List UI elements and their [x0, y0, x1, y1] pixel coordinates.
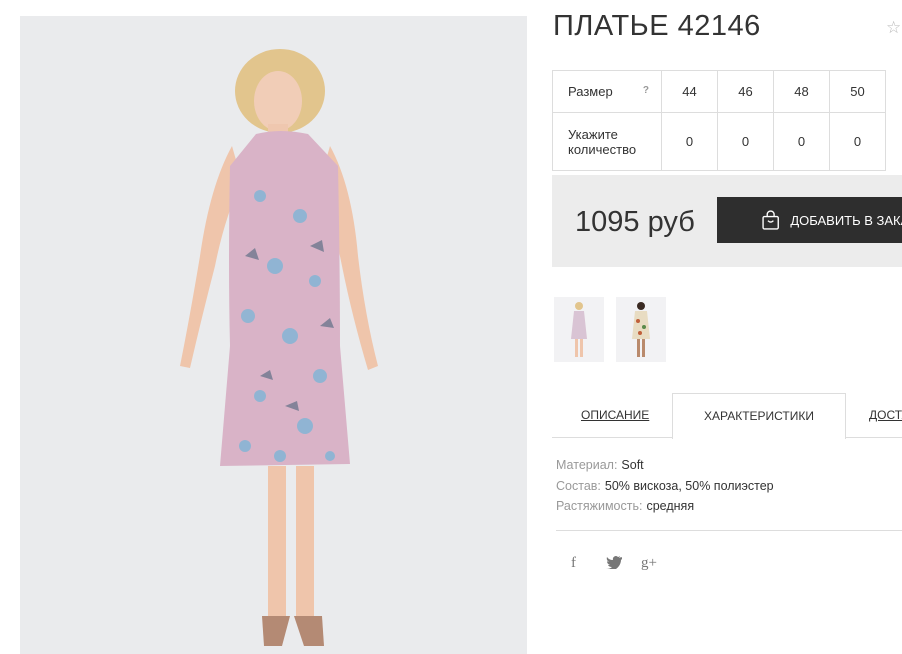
size-value: 44 — [661, 70, 718, 113]
add-to-order-label: ДОБАВИТЬ В ЗАКАЗ — [790, 212, 902, 228]
product-main-photo[interactable] — [20, 16, 527, 654]
size-table: Размер ? 44 46 48 50 Укажите количество 0… — [552, 70, 886, 171]
tab-delivery[interactable]: ДОСТАВКА — [869, 393, 902, 437]
google-plus-icon[interactable]: g+ — [641, 555, 657, 572]
size-value: 48 — [773, 70, 830, 113]
size-value: 50 — [829, 70, 886, 113]
price-panel: 1095 руб ДОБАВИТЬ В ЗАКАЗ — [552, 175, 902, 267]
property-row: Материал: Soft — [556, 458, 644, 472]
tab-characteristics[interactable]: ХАРАКТЕРИСТИКИ — [672, 393, 846, 439]
property-row: Состав: 50% вискоза, 50% полиэстер — [556, 478, 774, 493]
twitter-icon[interactable] — [606, 555, 623, 574]
size-row-label: Размер ? — [552, 70, 662, 113]
star-outline-icon[interactable]: ☆ — [886, 18, 901, 38]
divider — [556, 530, 902, 531]
product-price: 1095 руб — [575, 206, 695, 238]
quantity-input[interactable]: 0 — [829, 112, 886, 171]
product-tabs: ОПИСАНИЕ ХАРАКТЕРИСТИКИ ДОСТАВКА — [552, 393, 902, 439]
thumbnail-2[interactable] — [616, 297, 666, 362]
quantity-input[interactable]: 0 — [773, 112, 830, 171]
facebook-icon[interactable]: f — [571, 555, 576, 572]
quantity-row-label: Укажите количество — [552, 112, 662, 171]
tab-description[interactable]: ОПИСАНИЕ — [581, 393, 649, 437]
add-to-order-button[interactable]: ДОБАВИТЬ В ЗАКАЗ — [717, 197, 902, 243]
product-title: ПЛАТЬЕ 42146 — [553, 10, 761, 42]
size-value: 46 — [717, 70, 774, 113]
tab-divider — [552, 437, 672, 438]
shopping-bag-icon — [762, 210, 779, 230]
quantity-input[interactable]: 0 — [717, 112, 774, 171]
characteristics-list: Материал: Soft Состав: 50% вискоза, 50% по… — [556, 455, 774, 517]
quantity-input[interactable]: 0 — [661, 112, 718, 171]
thumbnail-1[interactable] — [554, 297, 604, 362]
help-icon[interactable]: ? — [643, 85, 649, 96]
property-row: Растяжимость: средняя — [556, 499, 695, 513]
tab-divider — [845, 437, 902, 438]
